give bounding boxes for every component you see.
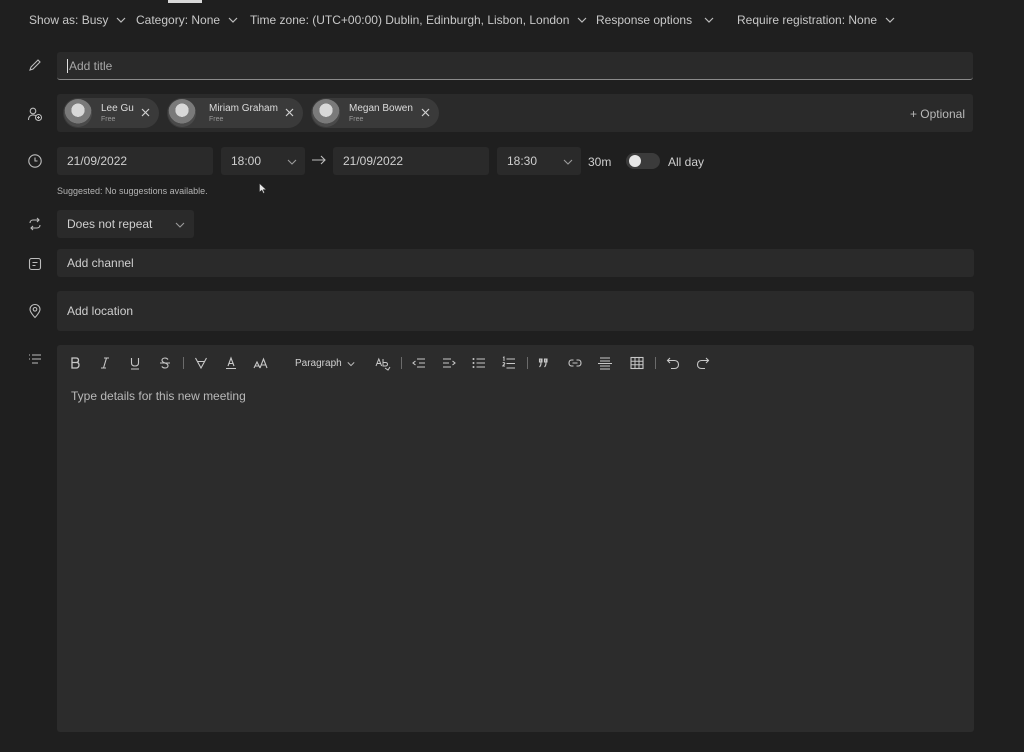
italic-icon[interactable]	[97, 355, 113, 371]
end-time-value: 18:30	[507, 154, 538, 168]
toolbar-divider	[655, 357, 656, 369]
attendee-chip[interactable]: Lee Gu Free	[63, 98, 159, 128]
chevron-down-icon	[577, 17, 587, 23]
attendee-name: Miriam Graham	[209, 102, 278, 114]
bold-icon[interactable]	[67, 355, 83, 371]
pencil-icon	[27, 57, 43, 73]
time-zone-label: Time zone: (UTC+00:00) Dublin, Edinburgh…	[250, 13, 570, 27]
suggestion-text: Suggested: No suggestions available.	[57, 186, 208, 196]
close-icon[interactable]	[140, 107, 151, 118]
underline-icon[interactable]	[127, 355, 143, 371]
undo-icon[interactable]	[665, 355, 681, 371]
close-icon[interactable]	[284, 107, 295, 118]
table-icon[interactable]	[629, 355, 645, 371]
location-pin-icon	[27, 303, 43, 319]
decrease-indent-icon[interactable]	[411, 355, 427, 371]
title-input[interactable]	[69, 58, 973, 73]
attendees-field[interactable]: Lee Gu Free Miriam Graham Free Megan Bow…	[57, 94, 973, 132]
paragraph-style-label: Paragraph	[295, 358, 342, 369]
attendee-chip[interactable]: Megan Bowen Free	[311, 98, 439, 128]
time-zone-dropdown[interactable]: Time zone: (UTC+00:00) Dublin, Edinburgh…	[250, 13, 587, 27]
attendee-status: Free	[349, 115, 364, 123]
increase-indent-icon[interactable]	[441, 355, 457, 371]
format-toolbar: Paragraph	[57, 345, 974, 381]
close-icon[interactable]	[420, 107, 431, 118]
category-label: Category: None	[136, 13, 221, 27]
location-field[interactable]: Add location	[57, 291, 974, 331]
bullet-list-icon[interactable]	[471, 355, 487, 371]
require-registration-label: Require registration: None	[737, 13, 878, 27]
chevron-down-icon	[885, 17, 895, 23]
show-as-dropdown[interactable]: Show as: Busy	[29, 13, 126, 27]
chevron-down-icon	[287, 159, 297, 165]
chevron-down-icon	[704, 17, 714, 23]
toolbar-divider	[527, 357, 528, 369]
channel-placeholder: Add channel	[67, 256, 134, 270]
end-date-field[interactable]: 21/09/2022	[333, 147, 489, 175]
start-time-value: 18:00	[231, 154, 262, 168]
all-day-label: All day	[668, 155, 705, 169]
attendee-chip[interactable]: Miriam Graham Free	[167, 98, 303, 128]
add-optional-link[interactable]: + Optional	[910, 107, 965, 121]
start-date-value: 21/09/2022	[67, 154, 128, 168]
clock-icon	[27, 153, 43, 169]
paragraph-style-dropdown[interactable]: Paragraph	[295, 358, 355, 369]
end-date-value: 21/09/2022	[343, 154, 404, 168]
font-color-icon[interactable]	[223, 355, 239, 371]
people-add-icon	[27, 106, 43, 122]
response-options-dropdown[interactable]: Response options	[596, 13, 714, 27]
repeat-dropdown[interactable]: Does not repeat	[57, 210, 194, 238]
text-lines-icon	[27, 351, 43, 367]
require-registration-dropdown[interactable]: Require registration: None	[737, 13, 895, 27]
attendee-name: Lee Gu	[101, 102, 134, 114]
clear-formatting-icon[interactable]	[375, 355, 391, 371]
attendee-name: Megan Bowen	[349, 102, 413, 114]
toggle-knob	[629, 155, 641, 167]
redo-icon[interactable]	[695, 355, 711, 371]
channel-field[interactable]: Add channel	[57, 249, 974, 277]
toolbar-divider	[401, 357, 402, 369]
attendee-status: Free	[101, 115, 116, 123]
strikethrough-icon[interactable]	[157, 355, 173, 371]
numbered-list-icon[interactable]	[501, 355, 517, 371]
chevron-down-icon	[116, 17, 126, 23]
all-day-toggle[interactable]	[626, 153, 660, 169]
show-as-label: Show as: Busy	[29, 13, 109, 27]
quote-icon[interactable]	[537, 355, 553, 371]
options-bar: Show as: Busy Category: None Time zone: …	[0, 0, 1024, 40]
title-field[interactable]	[57, 52, 973, 80]
start-time-dropdown[interactable]: 18:00	[221, 147, 305, 175]
arrow-right-icon	[312, 155, 326, 165]
highlight-icon[interactable]	[193, 355, 209, 371]
link-icon[interactable]	[567, 355, 583, 371]
avatar	[312, 99, 340, 127]
start-date-field[interactable]: 21/09/2022	[57, 147, 213, 175]
repeat-value: Does not repeat	[67, 217, 153, 231]
end-time-dropdown[interactable]: 18:30	[497, 147, 581, 175]
location-placeholder: Add location	[67, 304, 134, 318]
chevron-down-icon	[175, 222, 185, 228]
channel-icon	[27, 256, 43, 272]
chevron-down-icon	[563, 159, 573, 165]
horizontal-line-icon[interactable]	[597, 355, 613, 371]
category-dropdown[interactable]: Category: None	[136, 13, 238, 27]
toolbar-divider	[183, 357, 184, 369]
avatar	[64, 99, 92, 127]
attendee-status: Free	[209, 115, 224, 123]
duration-label: 30m	[588, 155, 612, 169]
active-tab-indicator	[168, 0, 202, 3]
details-placeholder: Type details for this new meeting	[71, 389, 246, 403]
avatar	[168, 99, 196, 127]
mouse-pointer-icon	[259, 183, 267, 194]
details-editor[interactable]: Paragraph Type details for this new meet…	[57, 345, 974, 732]
text-caret	[67, 58, 68, 73]
chevron-down-icon	[347, 361, 355, 366]
repeat-icon	[27, 216, 43, 232]
response-options-label: Response options	[596, 13, 693, 27]
font-size-icon[interactable]	[253, 355, 269, 371]
chevron-down-icon	[228, 17, 238, 23]
meeting-form: Show as: Busy Category: None Time zone: …	[0, 0, 1024, 752]
